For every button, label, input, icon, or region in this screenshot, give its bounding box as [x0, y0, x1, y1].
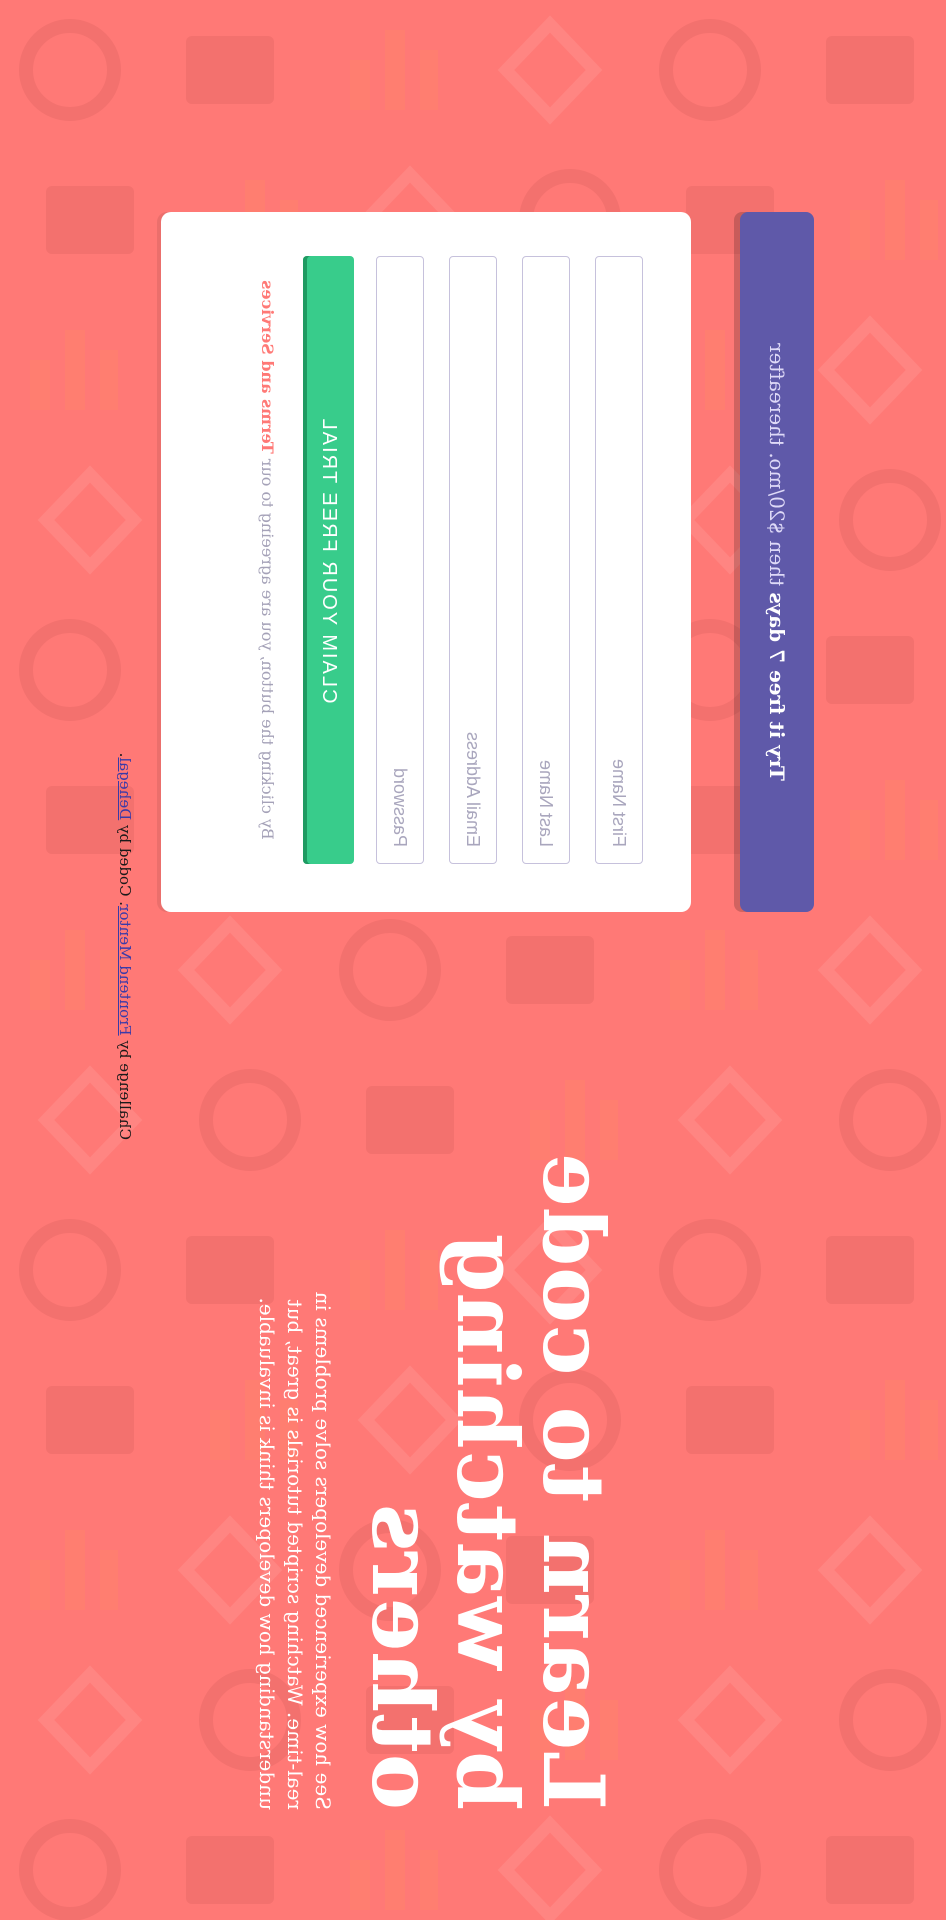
first-name-field[interactable] — [595, 256, 643, 864]
last-name-field[interactable] — [522, 256, 570, 864]
frontend-mentor-link[interactable]: Frontend Mentor — [116, 906, 134, 1036]
terms-notice: By clicking the button, you are agreeing… — [258, 256, 277, 864]
attribution-suffix: . — [116, 752, 134, 758]
attribution: Challenge by Frontend Mentor. Coded by D… — [116, 753, 134, 1140]
page-stage: Learn to code by watching others See how… — [0, 0, 946, 1920]
trial-banner-rest: then $20/mo. thereafter — [765, 343, 789, 587]
attribution-middle: . Coded by — [116, 825, 134, 906]
terms-text: By clicking the button, you are agreeing… — [258, 458, 277, 840]
terms-link[interactable]: Terms and Services — [258, 280, 277, 453]
hero-section: Learn to code by watching others See how… — [253, 1050, 623, 1810]
hero-title: Learn to code by watching others — [352, 1152, 623, 1810]
password-field[interactable] — [376, 256, 424, 864]
trial-banner-emphasis: Try it free 7 days — [765, 592, 789, 781]
attribution-prefix: Challenge by — [116, 1040, 134, 1140]
email-field[interactable] — [449, 256, 497, 864]
hero-description: See how experienced developers solve pro… — [254, 1291, 335, 1810]
author-link[interactable]: Dehegal — [116, 757, 134, 820]
signup-form-card: CLAIM YOUR FREE TRIAL By clicking the bu… — [161, 212, 691, 912]
trial-banner: Try it free 7 days then $20/mo. thereaft… — [740, 212, 814, 912]
claim-trial-button[interactable]: CLAIM YOUR FREE TRIAL — [303, 256, 354, 864]
